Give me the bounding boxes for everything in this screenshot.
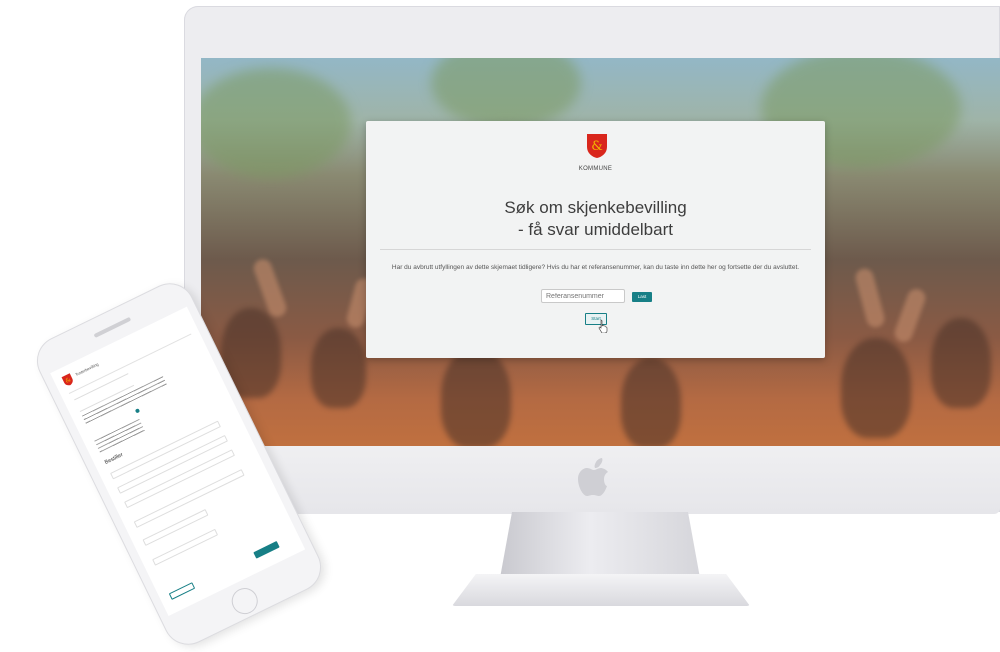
page-title: Søk om skjenkebevilling - få svar umidde…	[366, 197, 825, 241]
phone-radio-selected[interactable]	[134, 408, 141, 414]
phone-secondary-button[interactable]	[168, 582, 196, 600]
load-button[interactable]: Last	[632, 292, 652, 302]
hand-pointer-cursor-icon	[598, 319, 608, 333]
municipality-label: KOMMUNE	[578, 166, 613, 172]
svg-text:&: &	[591, 139, 603, 154]
phone-crest-icon: &	[61, 373, 73, 386]
imac-stand-neck	[500, 512, 700, 578]
phone-text-block	[94, 418, 146, 454]
apple-logo-icon	[578, 458, 608, 496]
imac-stand-base	[452, 574, 750, 606]
phone-home-button[interactable]	[227, 583, 263, 619]
phone-primary-button[interactable]	[253, 540, 280, 559]
divider	[380, 249, 811, 250]
phone-section-heading: Bestiller	[103, 452, 125, 466]
title-line-2: - få svar umiddelbart	[518, 220, 673, 239]
lead-text: Har du avbrutt utfyllingen av dette skje…	[391, 264, 800, 271]
title-line-1: Søk om skjenkebevilling	[504, 198, 687, 217]
reference-number-input[interactable]	[541, 289, 625, 303]
phone-header: Tosterbevilling	[74, 361, 100, 378]
municipal-crest-icon: &	[587, 134, 607, 158]
application-card: & KOMMUNE Søk om skjenkebevilling - få s…	[366, 121, 825, 358]
phone-speaker	[93, 316, 132, 338]
